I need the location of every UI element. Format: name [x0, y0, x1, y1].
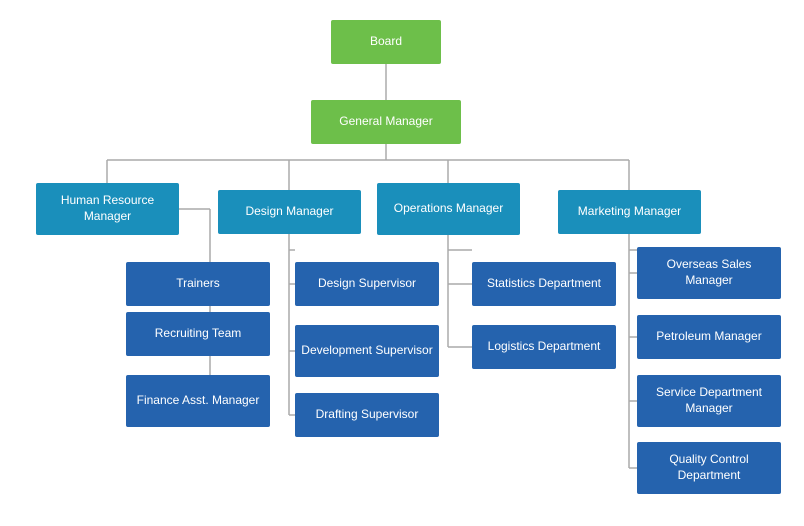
hr-manager-node: Human Resource Manager: [36, 183, 179, 235]
design-supervisor-node: Design Supervisor: [295, 262, 439, 306]
general-manager-node: General Manager: [311, 100, 461, 144]
service-dept-node: Service Department Manager: [637, 375, 781, 427]
operations-manager-node: Operations Manager: [377, 183, 520, 235]
marketing-manager-node: Marketing Manager: [558, 190, 701, 234]
trainers-node: Trainers: [126, 262, 270, 306]
quality-control-node: Quality Control Department: [637, 442, 781, 494]
petroleum-manager-node: Petroleum Manager: [637, 315, 781, 359]
drafting-supervisor-node: Drafting Supervisor: [295, 393, 439, 437]
design-manager-node: Design Manager: [218, 190, 361, 234]
recruiting-team-node: Recruiting Team: [126, 312, 270, 356]
board-node: Board: [331, 20, 441, 64]
development-supervisor-node: Development Supervisor: [295, 325, 439, 377]
statistics-dept-node: Statistics Department: [472, 262, 616, 306]
logistics-dept-node: Logistics Department: [472, 325, 616, 369]
finance-asst-node: Finance Asst. Manager: [126, 375, 270, 427]
overseas-sales-node: Overseas Sales Manager: [637, 247, 781, 299]
org-chart: Board General Manager Human Resource Man…: [0, 0, 804, 526]
